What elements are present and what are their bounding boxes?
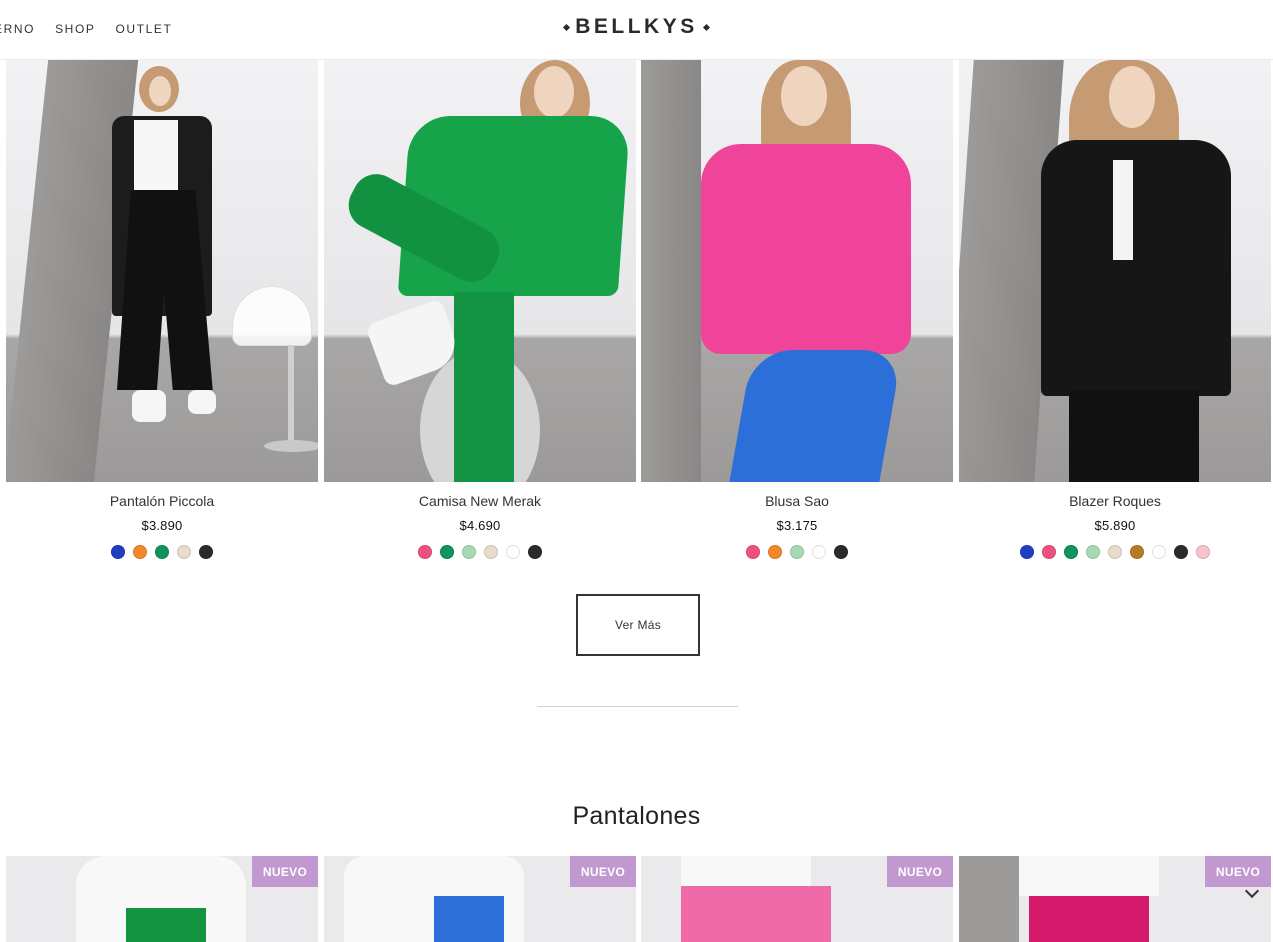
product-card[interactable]: NUEVO <box>324 856 636 942</box>
logo-diamond-left <box>563 23 571 31</box>
logo-diamond-right <box>702 23 710 31</box>
product-image[interactable] <box>6 60 318 482</box>
color-swatch[interactable] <box>1042 545 1056 559</box>
color-swatch[interactable] <box>111 545 125 559</box>
color-swatch[interactable] <box>1086 545 1100 559</box>
product-title[interactable]: Camisa New Merak <box>324 493 636 509</box>
product-card[interactable]: NUEVO <box>641 856 953 942</box>
product-card[interactable]: Pantalón Piccola $3.890 <box>6 60 318 559</box>
color-swatch[interactable] <box>768 545 782 559</box>
brand-logo[interactable]: BELLKYS <box>0 15 1273 39</box>
color-swatch[interactable] <box>1064 545 1078 559</box>
color-swatch[interactable] <box>1108 545 1122 559</box>
product-title[interactable]: Blazer Roques <box>959 493 1271 509</box>
color-swatch[interactable] <box>440 545 454 559</box>
color-swatch[interactable] <box>177 545 191 559</box>
product-title[interactable]: Blusa Sao <box>641 493 953 509</box>
product-card[interactable]: Blusa Sao $3.175 <box>641 60 953 559</box>
color-swatches <box>324 545 636 559</box>
product-price: $3.175 <box>776 518 818 533</box>
color-swatch[interactable] <box>199 545 213 559</box>
color-swatch[interactable] <box>834 545 848 559</box>
new-badge: NUEVO <box>252 856 318 887</box>
product-card[interactable]: Camisa New Merak $4.690 <box>324 60 636 559</box>
section-title: Pantalones <box>572 802 701 830</box>
color-swatch[interactable] <box>746 545 760 559</box>
new-badge: NUEVO <box>570 856 636 887</box>
ver-mas-button[interactable]: Ver Más <box>576 594 700 656</box>
product-image[interactable] <box>641 60 953 482</box>
logo-text: BELLKYS <box>575 15 698 38</box>
color-swatch[interactable] <box>462 545 476 559</box>
section-divider <box>537 706 738 707</box>
product-image[interactable] <box>324 60 636 482</box>
product-image[interactable] <box>959 60 1271 482</box>
site-header: ERNO SHOP OUTLET BELLKYS <box>0 0 1273 60</box>
color-swatch[interactable] <box>1130 545 1144 559</box>
color-swatch[interactable] <box>1196 545 1210 559</box>
product-card[interactable]: NUEVO <box>6 856 318 942</box>
product-price: $5.890 <box>1094 518 1136 533</box>
color-swatch[interactable] <box>418 545 432 559</box>
color-swatch[interactable] <box>1020 545 1034 559</box>
color-swatch[interactable] <box>812 545 826 559</box>
color-swatches <box>959 545 1271 559</box>
color-swatch[interactable] <box>1174 545 1188 559</box>
color-swatch[interactable] <box>484 545 498 559</box>
color-swatches <box>6 545 318 559</box>
product-price: $4.690 <box>459 518 501 533</box>
new-badge: NUEVO <box>1205 856 1271 887</box>
product-card[interactable]: NUEVO <box>959 856 1271 942</box>
color-swatches <box>641 545 953 559</box>
product-title[interactable]: Pantalón Piccola <box>6 493 318 509</box>
color-swatch[interactable] <box>133 545 147 559</box>
color-swatch[interactable] <box>790 545 804 559</box>
color-swatch[interactable] <box>506 545 520 559</box>
color-swatch[interactable] <box>1152 545 1166 559</box>
new-badge: NUEVO <box>887 856 953 887</box>
product-price: $3.890 <box>141 518 183 533</box>
product-card[interactable]: Blazer Roques $5.890 <box>959 60 1271 559</box>
color-swatch[interactable] <box>155 545 169 559</box>
color-swatch[interactable] <box>528 545 542 559</box>
